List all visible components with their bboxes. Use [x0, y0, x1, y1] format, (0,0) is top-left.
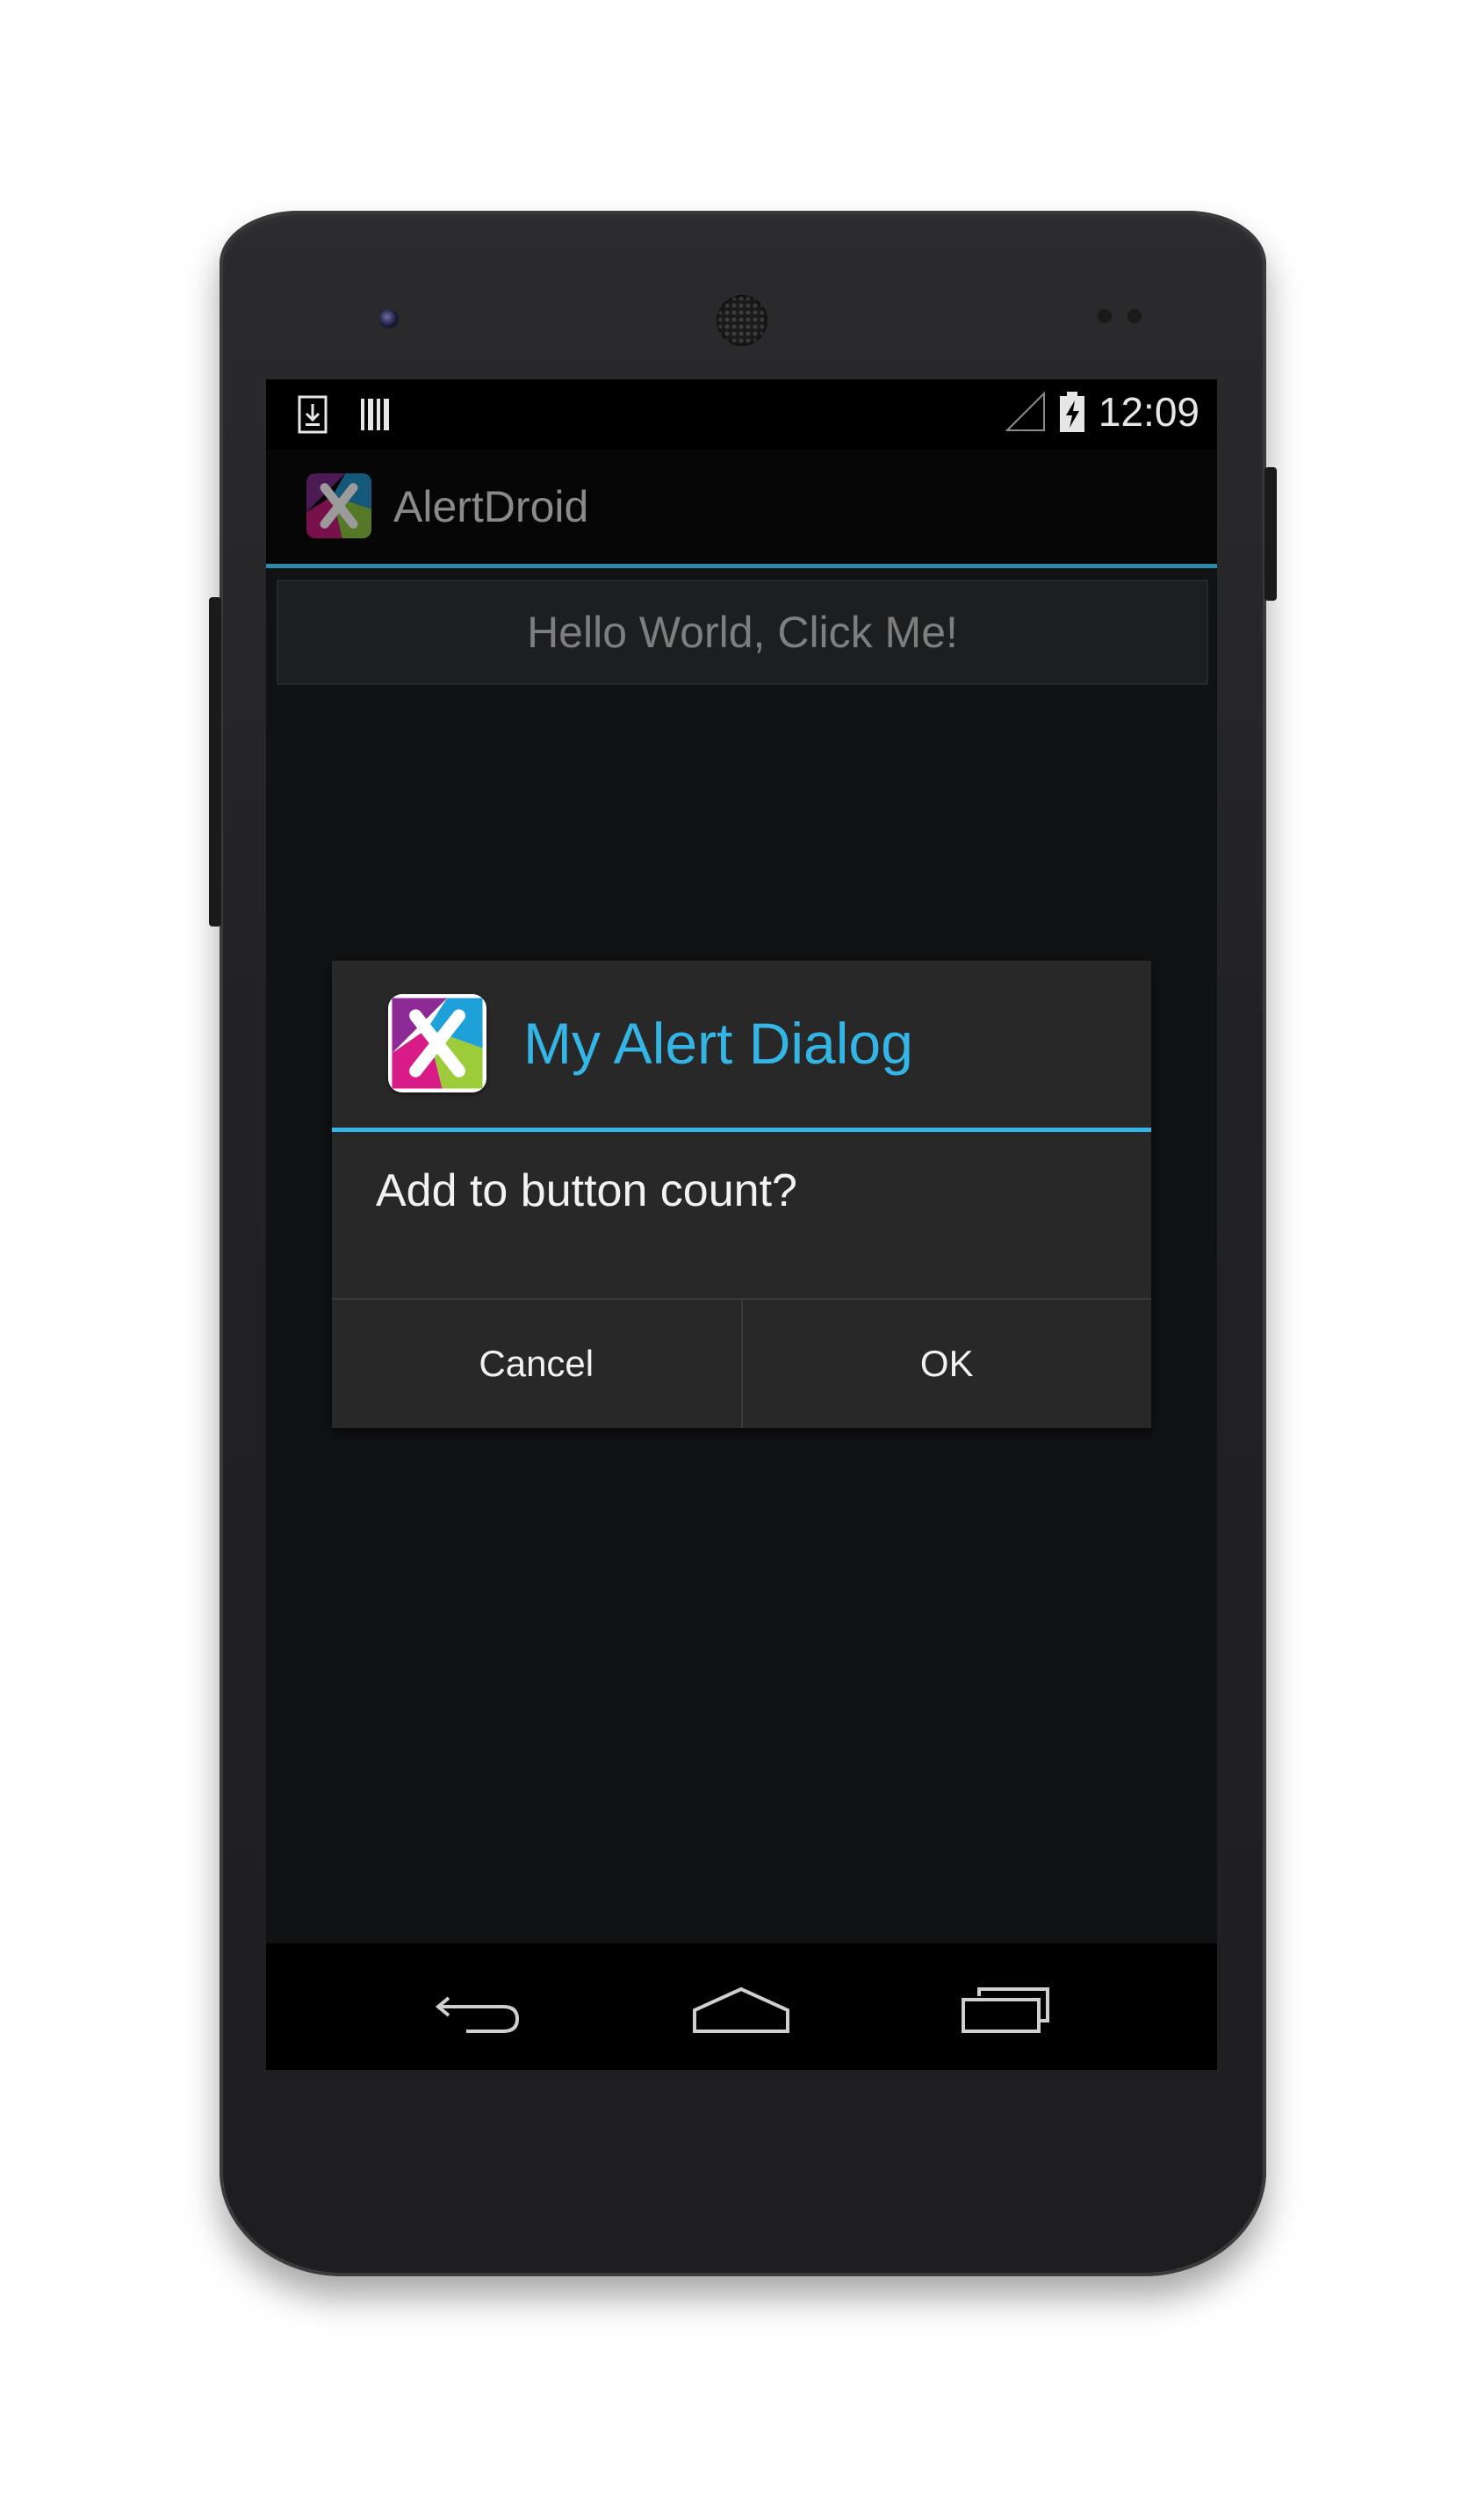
dialog-message: Add to button count? [376, 1165, 797, 1216]
home-icon[interactable] [693, 1980, 789, 2037]
barcode-notification-icon [361, 399, 389, 430]
light-sensor [1127, 309, 1142, 323]
front-camera [379, 309, 399, 328]
alert-dialog: My Alert Dialog Add to button count? Can… [332, 961, 1151, 1428]
dialog-title: My Alert Dialog [523, 1011, 913, 1076]
status-clock: 12:09 [1098, 389, 1199, 435]
status-bar: 12:09 [266, 379, 1217, 450]
screen: 12:09 AlertDroid Hello World, Click Me! [266, 379, 1217, 2070]
download-notification-icon [298, 395, 328, 434]
navigation-bar [266, 1943, 1217, 2070]
app-title: AlertDroid [393, 482, 589, 531]
app-logo-icon[interactable] [306, 473, 371, 538]
power-button [1264, 467, 1277, 601]
action-bar: AlertDroid [266, 450, 1217, 568]
app-logo-icon [388, 994, 486, 1092]
hello-world-button[interactable]: Hello World, Click Me! [277, 580, 1208, 685]
proximity-sensor [1098, 309, 1112, 323]
battery-charging-icon [1059, 392, 1084, 432]
cancel-button[interactable]: Cancel [332, 1300, 741, 1428]
signal-icon [1005, 392, 1045, 431]
recent-apps-icon[interactable] [960, 1980, 1056, 2037]
ok-button[interactable]: OK [740, 1300, 1152, 1428]
volume-button [209, 597, 221, 926]
earpiece-speaker [717, 295, 767, 346]
dialog-button-bar: Cancel OK [332, 1298, 1151, 1428]
dialog-header: My Alert Dialog [332, 961, 1151, 1132]
back-icon[interactable] [431, 1980, 528, 2037]
